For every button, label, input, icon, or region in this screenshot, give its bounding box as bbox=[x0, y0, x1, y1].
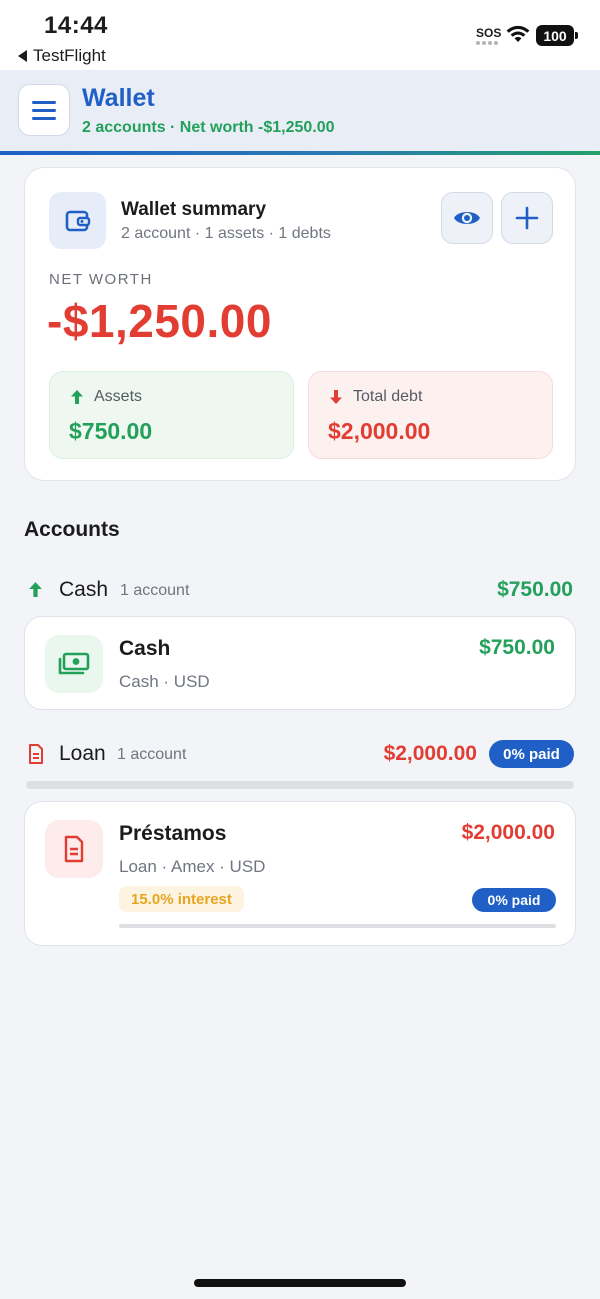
account-name: Préstamos bbox=[119, 822, 227, 845]
document-icon bbox=[29, 744, 43, 764]
debt-stat-box: Total debt $2,000.00 bbox=[308, 371, 553, 459]
arrow-up-icon bbox=[71, 390, 83, 404]
group-name: Cash bbox=[59, 578, 109, 601]
account-name: Cash bbox=[119, 637, 171, 660]
account-card-cash[interactable]: Cash Cash · USD $750.00 bbox=[24, 616, 576, 710]
home-indicator[interactable] bbox=[194, 1279, 406, 1287]
back-triangle-icon bbox=[18, 50, 27, 62]
toggle-visibility-button[interactable] bbox=[441, 192, 493, 244]
back-to-app-link[interactable]: TestFlight bbox=[18, 46, 106, 66]
assets-value: $750.00 bbox=[69, 418, 153, 444]
group-count: 1 account bbox=[120, 582, 190, 599]
accounts-section-title: Accounts bbox=[24, 518, 120, 541]
account-amount: $2,000.00 bbox=[461, 821, 555, 844]
account-card-prestamos[interactable]: Préstamos Loan · Amex · USD $2,000.00 15… bbox=[24, 801, 576, 946]
assets-stat-box: Assets $750.00 bbox=[49, 371, 294, 459]
hamburger-menu-button[interactable] bbox=[18, 84, 70, 136]
debt-label: Total debt bbox=[353, 388, 423, 405]
group-name: Loan bbox=[59, 742, 106, 765]
paid-badge: 0% paid bbox=[472, 888, 556, 912]
wallet-icon bbox=[49, 192, 106, 249]
wifi-icon bbox=[506, 25, 530, 42]
battery-level: 100 bbox=[543, 27, 567, 44]
hamburger-menu-icon bbox=[32, 100, 56, 104]
sos-label: SOS bbox=[476, 26, 502, 40]
net-worth-label: NET WORTH bbox=[49, 271, 153, 288]
group-total: $750.00 bbox=[497, 578, 573, 601]
debt-value: $2,000.00 bbox=[328, 418, 431, 444]
arrow-up-icon bbox=[29, 582, 42, 597]
account-progress-bar bbox=[119, 924, 556, 928]
account-subtitle: Cash · USD bbox=[119, 672, 210, 691]
net-worth-value: -$1,250.00 bbox=[47, 295, 272, 347]
wallet-summary-card: Wallet summary 2 account · 1 assets · 1 … bbox=[24, 167, 576, 481]
group-total: $2,000.00 bbox=[383, 742, 477, 765]
banknote-icon bbox=[45, 635, 103, 693]
account-amount: $750.00 bbox=[479, 636, 555, 659]
status-time: 14:44 bbox=[44, 12, 108, 39]
battery-indicator: 100 bbox=[536, 25, 578, 46]
loan-group-progress-bar bbox=[26, 781, 574, 789]
status-bar: 14:44 TestFlight SOS 100 bbox=[0, 0, 600, 70]
document-icon bbox=[45, 820, 103, 878]
page-title: Wallet bbox=[82, 84, 155, 112]
group-header-cash[interactable]: Cash 1 account $750.00 bbox=[24, 576, 576, 606]
header-divider bbox=[0, 151, 600, 155]
group-count: 1 account bbox=[117, 746, 187, 763]
back-app-label: TestFlight bbox=[33, 46, 106, 65]
summary-subtitle: 2 account · 1 assets · 1 debts bbox=[121, 225, 331, 242]
group-header-loan[interactable]: Loan 1 account $2,000.00 0% paid bbox=[24, 740, 576, 770]
arrow-down-icon bbox=[330, 390, 342, 404]
interest-badge: 15.0% interest bbox=[119, 886, 244, 912]
page-subtitle: 2 accounts · Net worth -$1,250.00 bbox=[82, 119, 335, 136]
summary-title: Wallet summary bbox=[121, 199, 267, 220]
account-subtitle: Loan · Amex · USD bbox=[119, 857, 266, 876]
assets-label: Assets bbox=[94, 388, 143, 405]
paid-badge: 0% paid bbox=[489, 740, 574, 768]
plus-icon bbox=[515, 206, 539, 230]
eye-icon bbox=[454, 212, 480, 224]
add-account-button[interactable] bbox=[501, 192, 553, 244]
signal-dots-icon bbox=[476, 41, 498, 45]
